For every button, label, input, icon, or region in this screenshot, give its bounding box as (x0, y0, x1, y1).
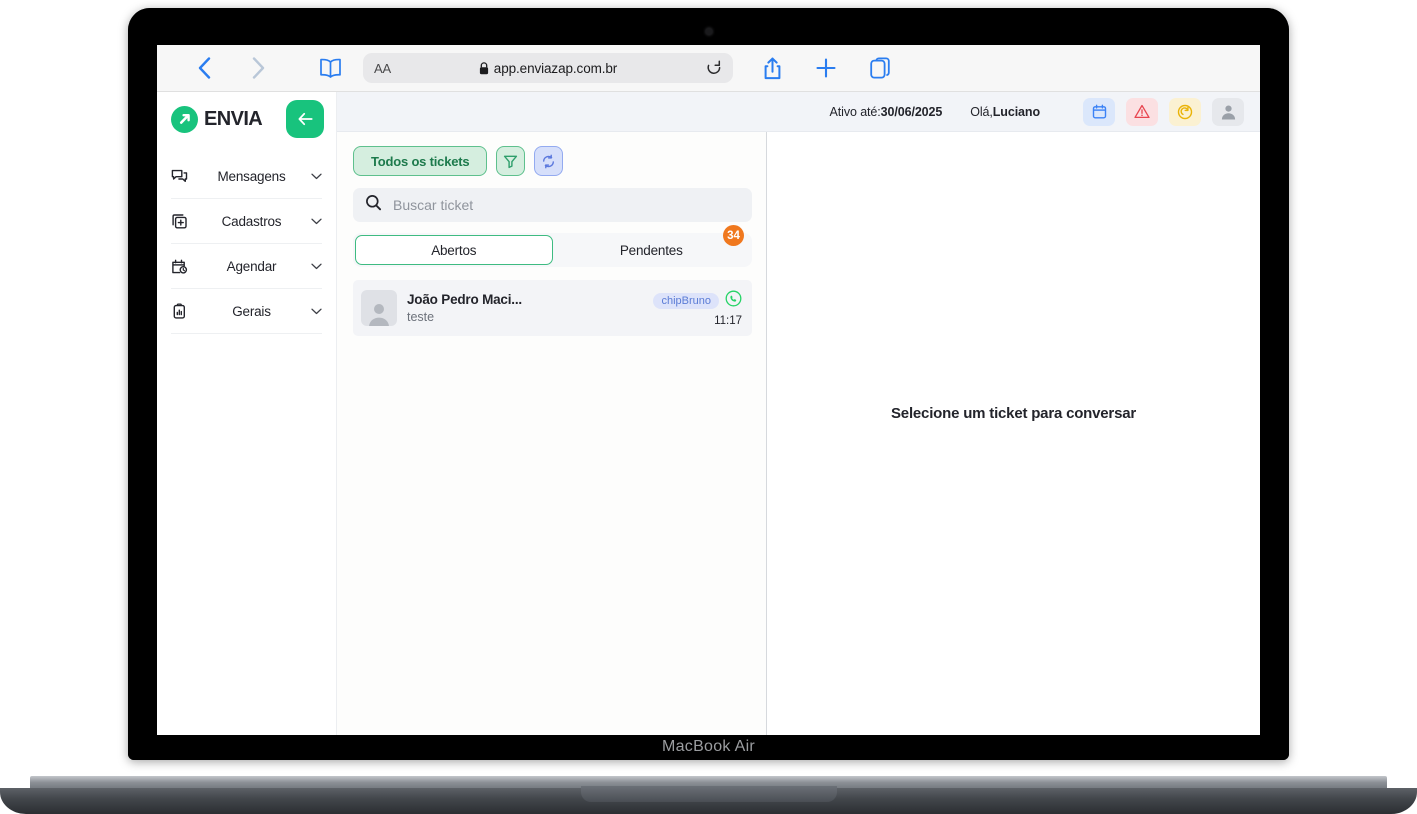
laptop-base (0, 776, 1417, 814)
user-greeting: Olá,Luciano (970, 105, 1040, 119)
share-icon (764, 57, 780, 79)
app-container: ENVIA Mensagens Cadastros Agendar Gerais… (157, 92, 1260, 735)
active-until-date: 30/06/2025 (880, 104, 943, 119)
ticket-meta-top-row: chipBruno (653, 290, 742, 312)
url-display: app.enviazap.com.br (363, 61, 733, 76)
sidebar-collapse-button[interactable] (286, 100, 324, 138)
sidebar-item-label: Cadastros (221, 213, 282, 229)
whatsapp-icon (725, 290, 742, 312)
lock-icon (479, 61, 488, 74)
chevron-down-icon[interactable] (304, 308, 322, 315)
calendar-icon (1092, 104, 1106, 119)
search-icon (365, 194, 382, 216)
user-avatar-icon (1221, 105, 1235, 120)
app-header: Ativo até:30/06/2025 Olá,Luciano (337, 92, 1260, 132)
warning-triangle-icon (1134, 104, 1150, 119)
active-until-label: Ativo até: (829, 104, 881, 119)
sidebar-item-label: Gerais (232, 303, 271, 319)
user-avatar-icon (369, 304, 389, 326)
tickets-panel: Todos os tickets Buscar ticket Abertos P… (337, 132, 767, 735)
chevron-right-icon (252, 57, 264, 79)
browser-toolbar: AA app.enviazap.com.br (157, 45, 1260, 92)
calendar-clock-icon (171, 258, 199, 275)
url-bar[interactable]: AA app.enviazap.com.br (363, 53, 733, 83)
bookmarks-button[interactable] (303, 50, 357, 86)
pendentes-badge: 34 (723, 225, 744, 246)
toolbar-right-group (745, 50, 907, 86)
greeting-label: Olá, (970, 104, 993, 119)
new-tab-button[interactable] (799, 50, 853, 86)
screen: AA app.enviazap.com.br ENVIA Mensagens C… (157, 45, 1260, 735)
header-refresh-button[interactable] (1169, 97, 1201, 126)
reload-icon (707, 60, 721, 74)
sidebar: ENVIA Mensagens Cadastros Agendar Gerais (157, 92, 337, 735)
device-label: MacBook Air (661, 738, 756, 755)
search-bar[interactable] (353, 188, 752, 222)
tab-abertos[interactable]: Abertos (355, 235, 553, 265)
laptop-base-notch (580, 786, 837, 802)
forward-button[interactable] (231, 50, 285, 86)
chevron-down-icon[interactable] (304, 263, 322, 270)
ticket-connection-tag: chipBruno (653, 292, 719, 309)
webcam-icon (705, 28, 712, 35)
ticket-meta: chipBruno 11:17 (653, 290, 742, 327)
refresh-arrows-icon (543, 154, 555, 168)
sidebar-item-agendar[interactable]: Agendar (171, 244, 322, 289)
book-icon (319, 58, 341, 78)
tab-pendentes[interactable]: Pendentes (553, 235, 751, 265)
refresh-circle-icon (1177, 104, 1193, 119)
tab-overview-button[interactable] (853, 50, 907, 86)
greeting-username: Luciano (992, 104, 1040, 119)
ticket-message-preview: teste (407, 310, 435, 324)
tickets-toolbar: Todos os tickets (353, 146, 752, 176)
ticket-contact-name: João Pedro Maci... (407, 292, 522, 307)
header-calendar-button[interactable] (1083, 97, 1115, 126)
plus-icon (816, 58, 836, 78)
chat-bubbles-icon (171, 168, 199, 185)
chat-panel: Selecione um ticket para conversar (767, 132, 1260, 735)
sidebar-menu: Mensagens Cadastros Agendar Gerais (157, 146, 336, 334)
brand-name: ENVIA (204, 107, 263, 130)
sidebar-item-mensagens[interactable]: Mensagens (171, 154, 322, 199)
tabs-icon (869, 57, 890, 79)
all-tickets-button[interactable]: Todos os tickets (353, 146, 488, 176)
sidebar-item-gerais[interactable]: Gerais (171, 289, 322, 334)
chevron-left-icon (198, 57, 210, 79)
main-column: Ativo até:30/06/2025 Olá,Luciano Todos o… (337, 92, 1260, 735)
refresh-tickets-button[interactable] (534, 146, 564, 176)
share-button[interactable] (745, 50, 799, 86)
back-button[interactable] (177, 50, 231, 86)
envia-arrow-logo-icon (171, 105, 198, 133)
ticket-timestamp: 11:17 (714, 314, 742, 327)
reload-button[interactable] (706, 59, 722, 77)
text-size-button[interactable]: AA (374, 61, 391, 76)
screen-bezel: AA app.enviazap.com.br ENVIA Mensagens C… (128, 8, 1289, 760)
sidebar-brand: ENVIA (157, 92, 336, 146)
header-warning-button[interactable] (1126, 97, 1158, 126)
clipboard-chart-icon (171, 302, 199, 320)
copy-plus-icon (171, 213, 199, 230)
ticket-list: João Pedro Maci... teste chipBruno 11:17 (353, 280, 752, 336)
contact-avatar (361, 290, 397, 326)
sidebar-item-cadastros[interactable]: Cadastros (171, 199, 322, 244)
logo-arrow-glyph (179, 114, 190, 124)
chevron-down-icon[interactable] (304, 218, 322, 225)
search-input[interactable] (393, 197, 740, 213)
ticket-status-tabs: Abertos Pendentes 34 (353, 225, 752, 267)
filter-button[interactable] (496, 146, 526, 176)
app-body: Todos os tickets Buscar ticket Abertos P… (337, 132, 1260, 735)
subscription-status: Ativo até:30/06/2025 (830, 105, 943, 119)
chevron-down-icon[interactable] (304, 173, 322, 180)
header-avatar-button[interactable] (1212, 97, 1244, 126)
ticket-list-item[interactable]: João Pedro Maci... teste chipBruno 11:17 (353, 280, 752, 336)
sidebar-item-label: Mensagens (217, 168, 286, 184)
ticket-text-block: João Pedro Maci... teste (407, 292, 643, 324)
chat-empty-state-message: Selecione um ticket para conversar (891, 405, 1136, 422)
url-text: app.enviazap.com.br (493, 60, 618, 76)
laptop-frame: AA app.enviazap.com.br ENVIA Mensagens C… (128, 8, 1289, 760)
sidebar-item-label: Agendar (226, 258, 277, 274)
collapse-arrow-left-icon (298, 112, 313, 126)
filter-funnel-icon (504, 155, 518, 168)
